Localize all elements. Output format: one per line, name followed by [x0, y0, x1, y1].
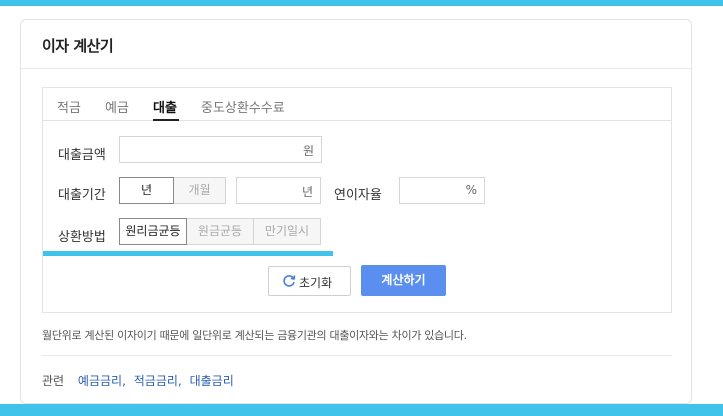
refresh-icon — [283, 275, 296, 287]
link-separator: , — [177, 374, 182, 388]
annual-rate-unit: % — [465, 183, 477, 197]
link-deposit-rate[interactable]: 예금금리 — [78, 374, 122, 388]
loan-period-label: 대출기간 — [58, 188, 106, 203]
title-divider — [21, 68, 691, 69]
calculator-card: 이자 계산기 적금 예금 대출 중도상환수수료 대출금액 원 대출기간 년 개월… — [20, 19, 692, 404]
calculate-button[interactable]: 계산하기 — [361, 265, 446, 296]
repayment-method-label: 상환방법 — [58, 230, 106, 245]
loan-period-unit: 년 — [301, 185, 313, 199]
tab-savings[interactable]: 적금 — [57, 97, 81, 116]
highlight-strip — [43, 251, 333, 256]
tab-bar: 적금 예금 대출 중도상환수수료 — [43, 88, 671, 121]
repayment-equal-principal-interest[interactable]: 원리금균등 — [119, 218, 187, 245]
bottom-accent-bar — [0, 404, 723, 416]
related-links: 관련 예금금리, 적금금리, 대출금리 — [42, 372, 234, 389]
loan-amount-unit: 원 — [302, 144, 314, 158]
repayment-equal-principal[interactable]: 원금균등 — [186, 218, 254, 245]
note-divider — [42, 355, 672, 356]
loan-period-input[interactable]: 년 — [236, 177, 321, 204]
tab-prepayment-fee[interactable]: 중도상환수수료 — [201, 97, 285, 116]
top-accent-bar — [0, 0, 723, 6]
calculation-note: 월단위로 계산된 이자이기 때문에 일단위로 계산되는 금융기관의 대출이자와는… — [42, 329, 467, 342]
repayment-bullet[interactable]: 만기일시 — [253, 218, 321, 245]
period-unit-month[interactable]: 개월 — [173, 177, 226, 204]
reset-button-label: 초기화 — [299, 276, 333, 290]
annual-rate-label: 연이자율 — [334, 188, 382, 203]
related-label: 관련 — [42, 374, 65, 388]
period-unit-year[interactable]: 년 — [119, 177, 174, 204]
active-tab-indicator — [153, 119, 179, 121]
annual-rate-input[interactable]: % — [399, 177, 485, 204]
card-title: 이자 계산기 — [42, 37, 114, 55]
tab-deposit[interactable]: 예금 — [105, 97, 129, 116]
loan-amount-input[interactable]: 원 — [119, 136, 322, 163]
link-loan-rate[interactable]: 대출금리 — [190, 374, 234, 388]
link-savings-rate[interactable]: 적금금리 — [134, 374, 178, 388]
tab-loan[interactable]: 대출 — [153, 97, 177, 116]
reset-button[interactable]: 초기화 — [268, 266, 351, 296]
link-separator: , — [122, 374, 126, 388]
calculator-panel: 적금 예금 대출 중도상환수수료 대출금액 원 대출기간 년 개월 년 연이자율… — [42, 87, 672, 313]
loan-amount-label: 대출금액 — [58, 148, 106, 163]
